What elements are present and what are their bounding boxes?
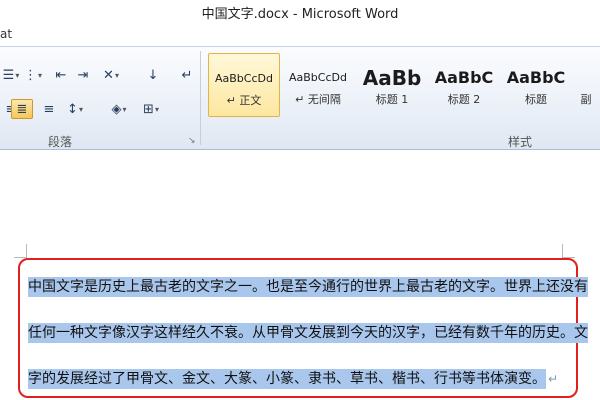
selected-paragraph[interactable]: 中国文字是历史上最古老的文字之一。也是至今通行的世界上最古老的文字。世界上还没有… [28,274,588,400]
sort-icon[interactable]: ↓ [142,65,164,85]
paragraph-line: 中国文字是历史上最古老的文字之一。也是至今通行的世界上最古老的文字。世界上还没有 [28,274,588,320]
style-name: 标题 2 [447,93,481,106]
style-name: ↵ 无间隔 [295,93,341,106]
style-sample: AaBbCcDd [215,72,273,85]
line-spacing-icon[interactable]: ↕ [64,99,86,119]
title-bar: 中国文字.docx - Microsoft Word [0,0,600,24]
margin-corner-mark [562,244,563,258]
style-title[interactable]: AaBbC 标题 [500,53,572,117]
window-title: 中国文字.docx - Microsoft Word [201,7,399,22]
style-sample: AaBbC [434,68,494,87]
style-sample: AaBb [362,66,422,90]
styles-gallery: AaBbCcDd ↵ 正文 AaBbCcDd ↵ 无间隔 AaBb 标题 1 A… [206,53,600,119]
paragraph-line: 字的发展经过了甲骨文、金文、大篆、小篆、隶书、草书、楷书、行书等书体演变。 ↵ [28,366,564,400]
style-no-spacing[interactable]: AaBbCcDd ↵ 无间隔 [282,53,354,117]
style-name: 标题 [525,93,547,106]
style-sample: AaBbC [506,68,566,87]
selected-text[interactable]: 中国文字是历史上最古老的文字之一。也是至今通行的世界上最古老的文字。世界上还没有 [28,277,588,297]
bullets-dropdown-icon[interactable]: ☰ [0,65,22,85]
multilevel-list-icon[interactable]: ⋮ [22,65,44,85]
justify-icon[interactable]: ≣ [11,99,33,119]
chinese-layout-icon[interactable]: ✕ [100,65,122,85]
shading-icon[interactable]: ◈ [108,99,130,119]
paragraph-group-label: 段落 [48,135,73,149]
tab-format-partial[interactable]: at [0,27,12,41]
show-marks-icon[interactable]: ↵ [176,65,198,85]
decrease-indent-icon[interactable]: ⇤ [50,65,72,85]
style-sample: AaBbCcDd [289,71,347,84]
ribbon-tab-row: at [0,24,600,46]
distributed-icon[interactable]: ≡ [38,99,60,119]
borders-icon[interactable]: ⊞ [140,99,162,119]
paragraph-dialog-launcher-icon[interactable]: ↘ [188,136,196,146]
style-normal[interactable]: AaBbCcDd ↵ 正文 [208,53,280,117]
group-separator [200,51,201,145]
style-sample [572,65,600,91]
style-name: 副 [580,93,592,106]
ribbon: ☰ ⋮ ⇤ ⇥ ✕ ↓ ↵ ≡ ≣ ≡ ↕ ◈ ⊞ 段落 ↘ AaBbCcDd … [0,46,600,150]
margin-corner-mark [26,244,27,258]
paragraph-line: 任何一种文字像汉字这样经久不衰。从甲骨文发展到今天的汉字，已经有数千年的历史。文 [28,320,588,366]
style-subtitle-partial[interactable]: 副 [572,53,600,117]
style-heading-1[interactable]: AaBb 标题 1 [356,53,428,117]
increase-indent-icon[interactable]: ⇥ [72,65,94,85]
style-heading-2[interactable]: AaBbC 标题 2 [428,53,500,117]
selected-text[interactable]: 字的发展经过了甲骨文、金文、大篆、小篆、隶书、草书、楷书、行书等书体演变。 [28,369,546,389]
style-name: 标题 1 [375,93,409,106]
selected-text[interactable]: 任何一种文字像汉字这样经久不衰。从甲骨文发展到今天的汉字，已经有数千年的历史。文 [28,323,588,343]
style-name: ↵ 正文 [226,94,262,107]
styles-group-label: 样式 [508,135,533,149]
paragraph-mark-icon: ↵ [548,372,559,386]
